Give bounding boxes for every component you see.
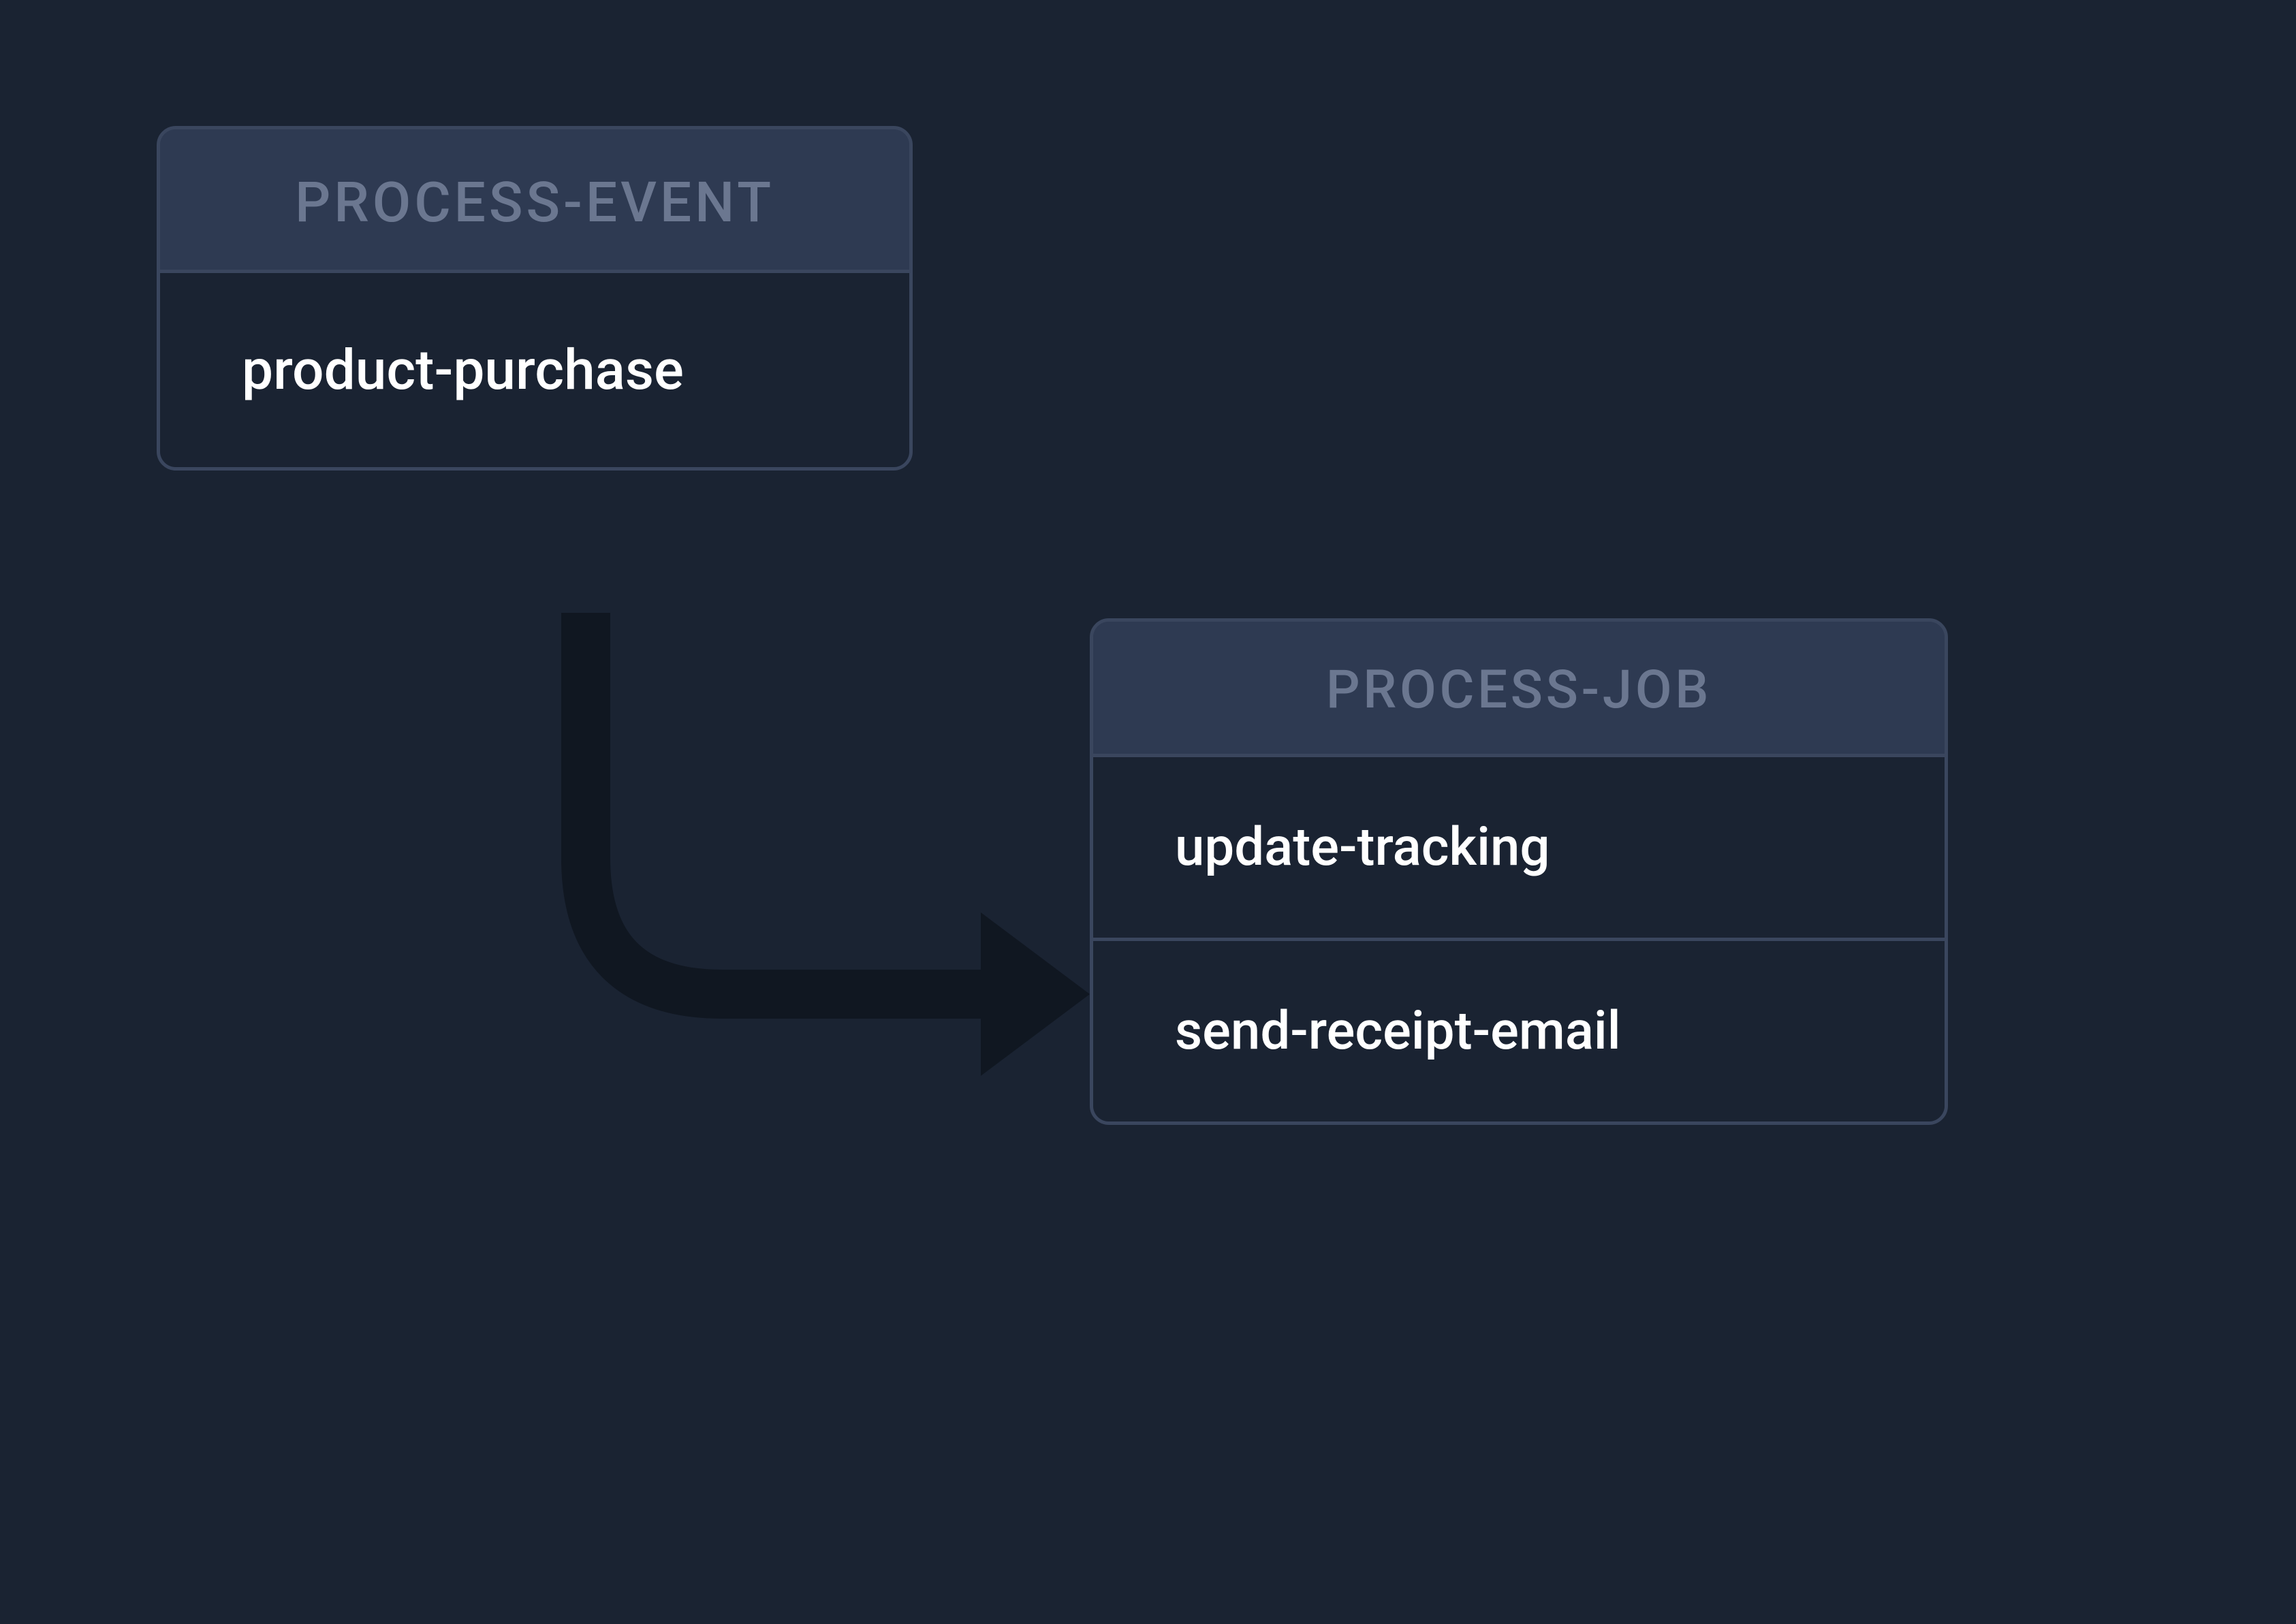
process-job-body: update-tracking send-receipt-email — [1093, 754, 1945, 1121]
process-event-body: product-purchase — [160, 270, 909, 467]
process-job-title: PROCESS-JOB — [1326, 659, 1712, 721]
process-event-title: PROCESS-EVENT — [295, 170, 774, 236]
job-item: update-tracking — [1093, 754, 1945, 938]
event-item: product-purchase — [160, 270, 909, 467]
job-item: send-receipt-email — [1093, 938, 1945, 1121]
process-event-header: PROCESS-EVENT — [160, 129, 909, 270]
process-event-node: PROCESS-EVENT product-purchase — [157, 126, 913, 471]
event-item-label: product-purchase — [242, 338, 684, 403]
job-item-label: send-receipt-email — [1175, 1000, 1621, 1062]
flow-arrow-icon — [477, 613, 1090, 1103]
process-job-header: PROCESS-JOB — [1093, 622, 1945, 754]
job-item-label: update-tracking — [1175, 816, 1550, 878]
process-job-node: PROCESS-JOB update-tracking send-receipt… — [1090, 618, 1948, 1125]
diagram-canvas: PROCESS-EVENT product-purchase PROCESS-J… — [0, 0, 2296, 1624]
